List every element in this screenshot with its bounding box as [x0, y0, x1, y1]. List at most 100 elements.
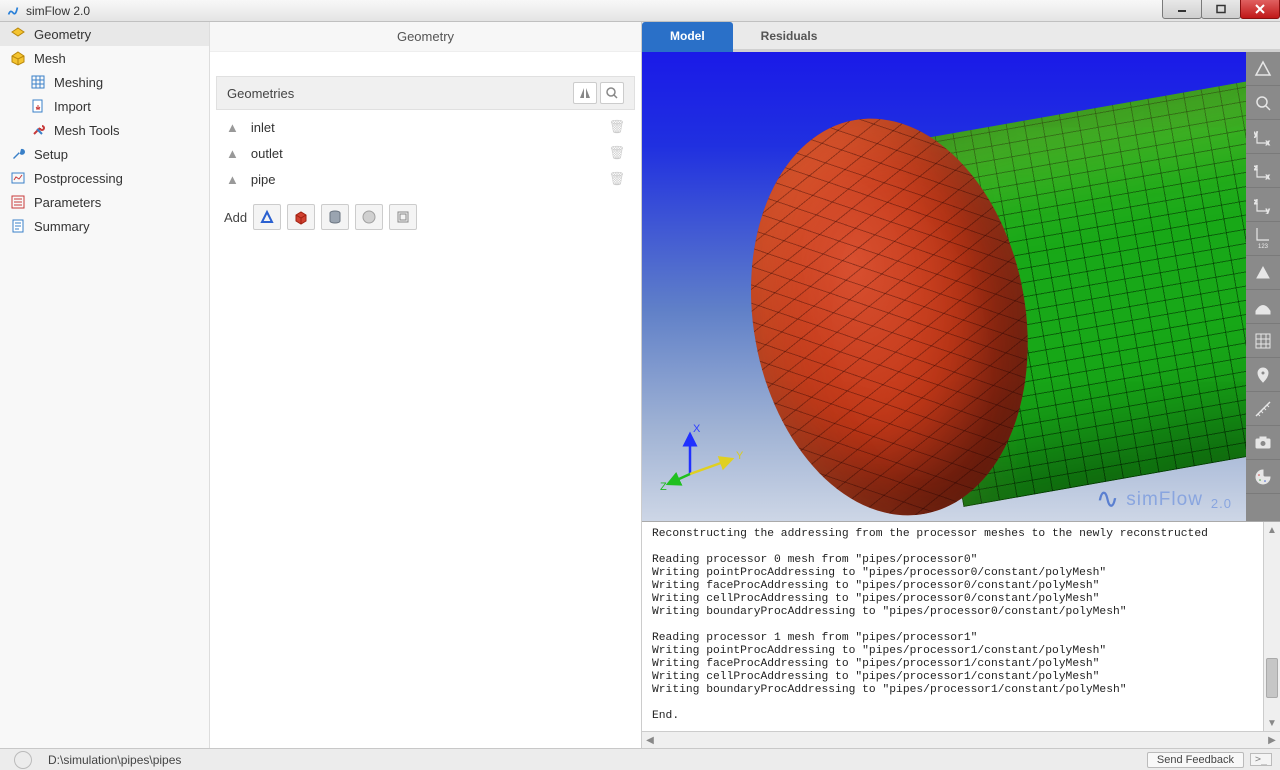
- viewport-toolbar: yx zx zy 123: [1246, 52, 1280, 521]
- view-perspective-button[interactable]: [1246, 52, 1280, 86]
- delete-icon[interactable]: 🗑: [608, 171, 625, 187]
- import-icon: [30, 98, 46, 114]
- sidebar-label: Postprocessing: [34, 171, 123, 186]
- sidebar-label: Mesh Tools: [54, 123, 120, 138]
- geometry-name: pipe: [251, 172, 276, 187]
- add-label: Add: [224, 210, 247, 225]
- shading-button[interactable]: [1246, 256, 1280, 290]
- mesh-render: [719, 52, 1246, 521]
- location-button[interactable]: [1246, 358, 1280, 392]
- add-triangle-button[interactable]: [253, 204, 281, 230]
- sidebar-label: Import: [54, 99, 91, 114]
- svg-text:Z: Z: [660, 481, 667, 493]
- sidebar-label: Meshing: [54, 75, 103, 90]
- sidebar: Geometry Mesh Meshing Import Mesh Tools …: [0, 22, 210, 748]
- add-geometry-row: Add: [216, 196, 635, 238]
- tab-residuals[interactable]: Residuals: [733, 22, 846, 49]
- parameters-icon: [10, 194, 26, 210]
- ruler-button[interactable]: [1246, 392, 1280, 426]
- watermark-version: 2.0: [1211, 496, 1232, 511]
- viewer-tabs: Model Residuals: [642, 22, 1280, 52]
- maximize-button[interactable]: [1201, 0, 1241, 19]
- send-feedback-button[interactable]: Send Feedback: [1147, 752, 1244, 768]
- view-zx-button[interactable]: zx: [1246, 154, 1280, 188]
- add-sphere-button[interactable]: [355, 204, 383, 230]
- tools-icon: [30, 122, 46, 138]
- geometry-item-pipe[interactable]: ▲ pipe 🗑: [218, 166, 633, 192]
- color-button[interactable]: [1246, 460, 1280, 494]
- svg-text:Y: Y: [736, 450, 744, 462]
- surface-button[interactable]: [1246, 290, 1280, 324]
- setup-icon: [10, 146, 26, 162]
- wave-icon: ∿: [1096, 489, 1120, 509]
- sidebar-label: Mesh: [34, 51, 66, 66]
- status-bar: D:\simulation\pipes\pipes Send Feedback …: [0, 748, 1280, 770]
- sidebar-label: Parameters: [34, 195, 101, 210]
- sidebar-item-parameters[interactable]: Parameters: [0, 190, 209, 214]
- geometry-item-outlet[interactable]: ▲ outlet 🗑: [218, 140, 633, 166]
- delete-icon[interactable]: 🗑: [608, 119, 625, 135]
- svg-text:y: y: [1266, 208, 1270, 214]
- sidebar-item-mesh-tools[interactable]: Mesh Tools: [0, 118, 209, 142]
- geometry-panel: Geometry Geometries ▲ inlet 🗑 ▲ outlet 🗑: [210, 22, 642, 748]
- svg-text:x: x: [1266, 174, 1270, 180]
- geometry-name: inlet: [251, 120, 275, 135]
- viewport-watermark: ∿ simFlow 2.0: [1096, 489, 1232, 511]
- svg-text:z: z: [1254, 199, 1258, 206]
- screenshot-button[interactable]: [1246, 426, 1280, 460]
- triangle-icon: ▲: [226, 172, 239, 187]
- axis-triad: X Y Z: [660, 424, 750, 499]
- watermark-text: simFlow: [1126, 489, 1203, 511]
- geometry-name: outlet: [251, 146, 283, 161]
- window-titlebar: simFlow 2.0: [0, 0, 1280, 22]
- mesh-icon: [10, 50, 26, 66]
- svg-text:z: z: [1254, 165, 1258, 172]
- wireframe-button[interactable]: [1246, 324, 1280, 358]
- geometry-item-inlet[interactable]: ▲ inlet 🗑: [218, 114, 633, 140]
- sidebar-item-meshing[interactable]: Meshing: [0, 70, 209, 94]
- triangle-icon: ▲: [226, 146, 239, 161]
- sidebar-label: Geometry: [34, 27, 91, 42]
- sidebar-item-setup[interactable]: Setup: [0, 142, 209, 166]
- sidebar-item-postprocessing[interactable]: Postprocessing: [0, 166, 209, 190]
- sidebar-item-geometry[interactable]: Geometry: [0, 22, 209, 46]
- close-button[interactable]: [1240, 0, 1280, 19]
- summary-icon: [10, 218, 26, 234]
- view-zy-button[interactable]: zy: [1246, 188, 1280, 222]
- sidebar-label: Setup: [34, 147, 68, 162]
- minimize-button[interactable]: [1162, 0, 1202, 19]
- delete-icon[interactable]: 🗑: [608, 145, 625, 161]
- zoom-button[interactable]: [1246, 86, 1280, 120]
- status-icon: [14, 751, 32, 769]
- geometries-header: Geometries: [216, 76, 635, 110]
- svg-text:y: y: [1254, 131, 1258, 138]
- app-icon: [6, 4, 20, 18]
- console-hscrollbar[interactable]: ◀▶: [642, 731, 1280, 748]
- svg-text:X: X: [693, 424, 701, 435]
- add-cylinder-button[interactable]: [321, 204, 349, 230]
- sidebar-item-summary[interactable]: Summary: [0, 214, 209, 238]
- geometry-icon: [10, 26, 26, 42]
- sidebar-label: Summary: [34, 219, 90, 234]
- sidebar-item-import[interactable]: Import: [0, 94, 209, 118]
- terminal-toggle-button[interactable]: >_: [1250, 753, 1272, 766]
- mirror-button[interactable]: [573, 82, 597, 104]
- tab-model[interactable]: Model: [642, 22, 733, 52]
- window-title: simFlow 2.0: [26, 4, 90, 18]
- sidebar-item-mesh[interactable]: Mesh: [0, 46, 209, 70]
- status-path: D:\simulation\pipes\pipes: [48, 753, 181, 767]
- panel-title: Geometry: [210, 22, 641, 52]
- view-scale-button[interactable]: 123: [1246, 222, 1280, 256]
- meshing-icon: [30, 74, 46, 90]
- zoom-fit-button[interactable]: [600, 82, 624, 104]
- console-panel: Reconstructing the addressing from the p…: [642, 521, 1280, 731]
- view-yx-button[interactable]: yx: [1246, 120, 1280, 154]
- triangle-icon: ▲: [226, 120, 239, 135]
- geometries-label: Geometries: [227, 86, 294, 101]
- add-box-button[interactable]: [287, 204, 315, 230]
- 3d-viewport[interactable]: X Y Z ∿ simFlow 2.0: [642, 52, 1246, 521]
- console-output[interactable]: Reconstructing the addressing from the p…: [642, 522, 1263, 731]
- add-plane-button[interactable]: [389, 204, 417, 230]
- svg-text:x: x: [1266, 140, 1270, 146]
- console-scrollbar[interactable]: ▲ ▼: [1263, 522, 1280, 731]
